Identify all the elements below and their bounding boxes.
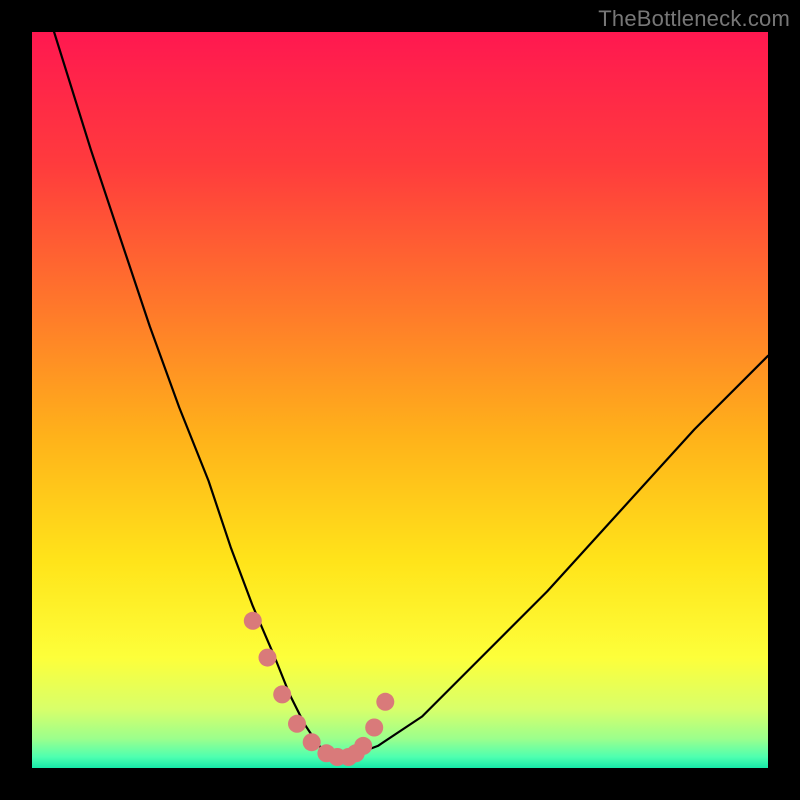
watermark-text: TheBottleneck.com — [598, 6, 790, 32]
marker-dot — [259, 649, 277, 667]
marker-dot — [365, 719, 383, 737]
bottleneck-curve — [32, 32, 768, 768]
marker-dot — [354, 737, 372, 755]
marker-dot — [273, 685, 291, 703]
marker-dot — [376, 693, 394, 711]
marker-dot — [244, 612, 262, 630]
plot-area — [32, 32, 768, 768]
marker-dot — [288, 715, 306, 733]
marker-dot — [303, 733, 321, 751]
chart-frame: TheBottleneck.com — [0, 0, 800, 800]
marker-dots — [244, 612, 394, 766]
